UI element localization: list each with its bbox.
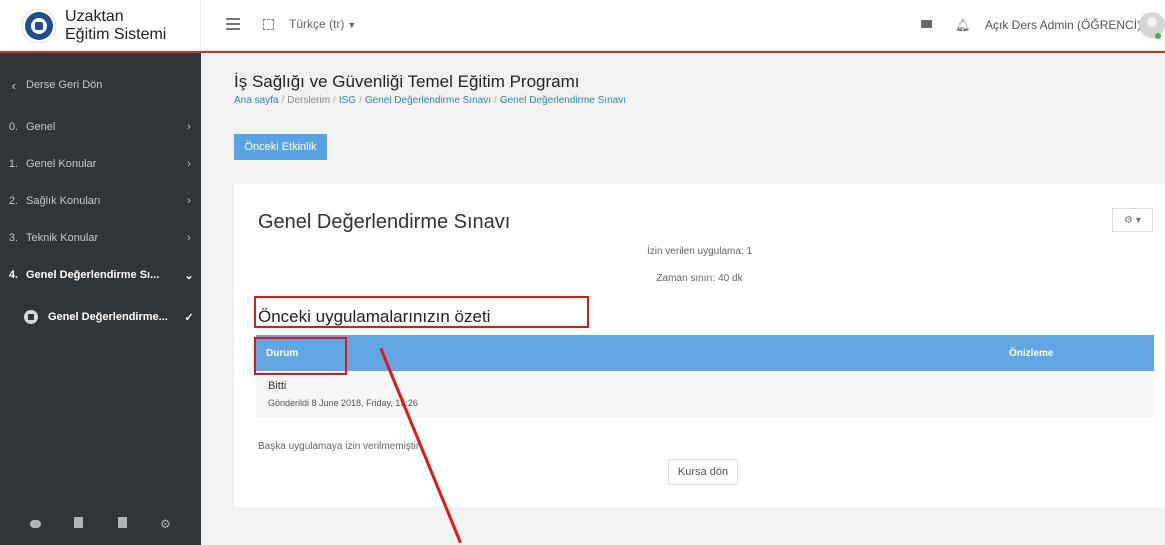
breadcrumb-my-courses[interactable]: Derslerim (287, 95, 330, 106)
save-icon[interactable] (115, 517, 129, 531)
chevron-right-icon: › (187, 195, 191, 207)
column-header-review: Önizleme (1009, 348, 1054, 359)
page-title: İş Sağlığı ve Güvenliği Temel Eğitim Pro… (234, 72, 580, 91)
attempts-table-header: Durum Önizleme (256, 335, 1154, 371)
no-more-attempts-message: Başka uygulamaya izin verilmemiştir (258, 441, 420, 452)
breadcrumb-course[interactable]: ISG (339, 95, 356, 106)
breadcrumb-section[interactable]: Genel Değerlendirme Sınavı (365, 95, 491, 106)
chat-icon[interactable] (29, 517, 43, 531)
gear-icon: ⚙ ▾ (1124, 214, 1141, 226)
breadcrumb-home[interactable]: Ana sayfa (234, 95, 278, 106)
settings-menu-button[interactable]: ⚙ ▾ (1112, 208, 1153, 232)
bell-icon[interactable]: 🔔︎ (955, 17, 970, 33)
attempts-allowed: İzin verilen uygulama: 1 (646, 246, 753, 257)
language-label: Türkçe (tr) (289, 17, 345, 31)
sidebar-footer-tools: ⚙ (0, 503, 201, 545)
online-status-icon (1155, 33, 1161, 39)
breadcrumb-separator: / (494, 95, 497, 106)
sidebar-item-genel[interactable]: 0. Genel › (0, 108, 201, 146)
mail-icon[interactable] (921, 20, 932, 28)
sidebar-item-saglik-konulari[interactable]: 2. Sağlık Konuları › (0, 182, 201, 220)
annotation-highlight-summary (254, 296, 589, 328)
sidebar-item-number: 2. (8, 195, 18, 207)
user-menu[interactable]: Açık Ders Admin (ÖĞRENCİ) (985, 18, 1141, 32)
sidebar-item-label: Genel Değerlendirme Sı... (26, 269, 160, 281)
sidebar-item-label: Teknik Konular (26, 232, 99, 244)
gear-icon[interactable]: ⚙ (158, 517, 172, 531)
quiz-title: Genel Değerlendirme Sınavı (258, 211, 511, 233)
sidebar-item-label: Genel Konular (26, 158, 97, 170)
sidebar-item-number: 0. (8, 121, 18, 133)
sidebar-item-label: Genel Değerlendirme... (48, 311, 168, 323)
breadcrumb-separator: / (359, 95, 362, 106)
quiz-card: Genel Değerlendirme Sınavı ⚙ ▾ İzin veri… (234, 184, 1165, 507)
avatar[interactable] (1139, 12, 1165, 38)
top-navbar: Uzaktan Eğitim Sistemi Türkçe (tr) ▼ 🔔︎ A… (0, 0, 1165, 53)
table-row: Bitti Gönderildi 8 June 2018, Friday, 15… (256, 371, 1154, 417)
previous-activity-button[interactable]: Önceki Etkinlik (234, 134, 327, 160)
brand-name: Uzaktan Eğitim Sistemi (65, 8, 166, 44)
sidebar-item-number: 1. (8, 158, 18, 170)
university-logo-icon (22, 8, 56, 43)
breadcrumb-activity[interactable]: Genel Değerlendirme Sınavı (500, 95, 626, 106)
menu-toggle-icon[interactable] (226, 18, 240, 30)
sidebar-item-teknik-konular[interactable]: 3. Teknik Konular › (0, 219, 201, 257)
annotation-highlight-durum (254, 337, 347, 375)
language-selector[interactable]: Türkçe (tr) ▼ (289, 17, 356, 31)
attempt-submitted-date: Gönderildi 8 June 2018, Friday, 15:26 (268, 398, 418, 408)
sidebar-item-number: 4. (8, 269, 18, 281)
brand-line-1: Uzaktan (65, 7, 124, 25)
back-to-course-button[interactable]: Kursa dön (668, 459, 738, 485)
sidebar-item-label: Derse Geri Dön (26, 79, 103, 91)
breadcrumb-separator: / (333, 95, 336, 106)
sidebar-item-genel-konular[interactable]: 1. Genel Konular › (0, 145, 201, 183)
chevron-right-icon: › (187, 232, 191, 244)
check-icon: ✓ (184, 311, 194, 324)
breadcrumb: Ana sayfa / Derslerim / ISG / Genel Değerlendi… (234, 95, 626, 106)
course-sidebar: ‹ Derse Geri Dön 0. Genel › 1. Genel Kon… (0, 53, 201, 545)
chevron-left-icon: ‹ (11, 77, 16, 93)
chevron-right-icon: › (187, 121, 191, 133)
sidebar-activity-quiz[interactable]: Genel Değerlendirme... ✓ (0, 298, 201, 336)
chevron-down-icon: ⌄ (184, 269, 194, 282)
fullscreen-icon[interactable] (263, 19, 274, 30)
sidebar-back-to-course[interactable]: ‹ Derse Geri Dön (0, 66, 201, 104)
chevron-right-icon: › (187, 158, 191, 170)
sidebar-item-label: Genel (26, 121, 56, 133)
sidebar-item-number: 3. (8, 232, 18, 244)
attempt-state: Bitti (268, 380, 287, 392)
file-icon[interactable] (72, 517, 86, 531)
time-limit: Zaman sınırı: 40 dk (656, 273, 743, 284)
sidebar-item-label: Sağlık Konuları (26, 195, 101, 207)
caret-down-icon: ▼ (347, 20, 357, 30)
breadcrumb-separator: / (281, 95, 285, 106)
quiz-icon (24, 310, 38, 324)
sidebar-item-genel-degerlendirme[interactable]: 4. Genel Değerlendirme Sı... ⌄ (0, 256, 201, 294)
brand[interactable]: Uzaktan Eğitim Sistemi (0, 0, 201, 51)
brand-line-2: Eğitim Sistemi (65, 25, 167, 43)
